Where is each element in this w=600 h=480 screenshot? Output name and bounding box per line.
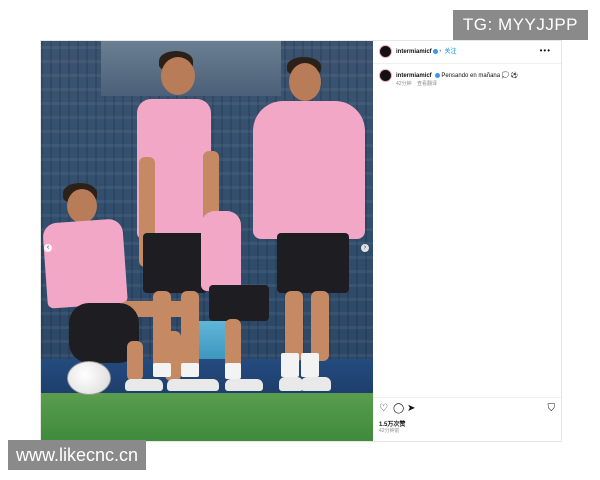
- heart-icon[interactable]: ♡: [379, 403, 388, 415]
- comment-icon[interactable]: ◯: [393, 403, 404, 415]
- player-shorts: [209, 285, 269, 321]
- player-leg: [153, 291, 171, 371]
- post-actions: ♡ ◯ ➤ ⛉: [379, 403, 555, 415]
- player-sock: [281, 353, 299, 377]
- player-head: [161, 57, 195, 95]
- caption-username[interactable]: intermiamicf: [396, 73, 432, 79]
- player-shoe: [167, 379, 219, 391]
- player-head: [67, 189, 97, 223]
- caption-time: 42分钟: [396, 81, 412, 87]
- instagram-post: ‹ › intermiamicf • 关注 ••• intermiamicf Pe…: [40, 40, 562, 442]
- chevron-right-icon[interactable]: ›: [361, 244, 369, 252]
- username-link[interactable]: intermiamicf: [396, 49, 432, 55]
- player-shoe: [225, 379, 263, 391]
- header-divider: [373, 63, 561, 64]
- player-shirt: [42, 218, 128, 309]
- player-sock: [301, 353, 319, 377]
- post-header: intermiamicf • 关注 •••: [379, 45, 559, 61]
- watermark-bottom: www.likecnc.cn: [8, 440, 147, 470]
- verified-icon: [434, 73, 440, 78]
- player-shoe: [279, 377, 303, 391]
- player-leg: [127, 341, 143, 381]
- post-caption: intermiamicf Pensando en mañana 💭 ⚽ 42分钟…: [379, 69, 555, 87]
- follow-button[interactable]: 关注: [444, 49, 456, 55]
- player-shorts: [143, 233, 207, 293]
- see-translation-link[interactable]: 查看翻译: [417, 81, 437, 87]
- dot-separator: •: [439, 49, 442, 56]
- player-sock: [181, 363, 199, 377]
- actions-divider: [373, 397, 561, 398]
- player-leg: [181, 291, 199, 371]
- player-shirt: [201, 211, 241, 291]
- post-photo[interactable]: ‹ ›: [41, 41, 373, 441]
- player-shoe: [125, 379, 163, 391]
- verified-icon: [432, 49, 438, 54]
- avatar[interactable]: [379, 69, 392, 82]
- player-shoe: [301, 377, 331, 391]
- player-shorts: [277, 233, 349, 293]
- player-leg: [311, 291, 329, 361]
- chevron-left-icon[interactable]: ‹: [44, 244, 52, 252]
- avatar[interactable]: [379, 45, 392, 58]
- send-icon[interactable]: ➤: [407, 403, 415, 415]
- caption-text: Pensando en mañana 💭 ⚽: [441, 73, 519, 80]
- player-sock: [225, 363, 241, 379]
- player-sock: [153, 363, 171, 377]
- football: [67, 361, 111, 395]
- player-leg: [285, 291, 303, 361]
- post-time: 42分钟前: [379, 428, 400, 434]
- player-shirt: [253, 101, 365, 239]
- player-head: [289, 63, 321, 101]
- post-side-panel: intermiamicf • 关注 ••• intermiamicf Pensan…: [373, 41, 561, 441]
- watermark-top: TG: MYYJJPP: [452, 10, 588, 40]
- pitch-grass: [41, 393, 373, 441]
- bookmark-icon[interactable]: ⛉: [548, 403, 556, 415]
- caption-meta: 42分钟 查看翻译: [396, 80, 437, 89]
- ellipsis-icon[interactable]: •••: [540, 45, 551, 57]
